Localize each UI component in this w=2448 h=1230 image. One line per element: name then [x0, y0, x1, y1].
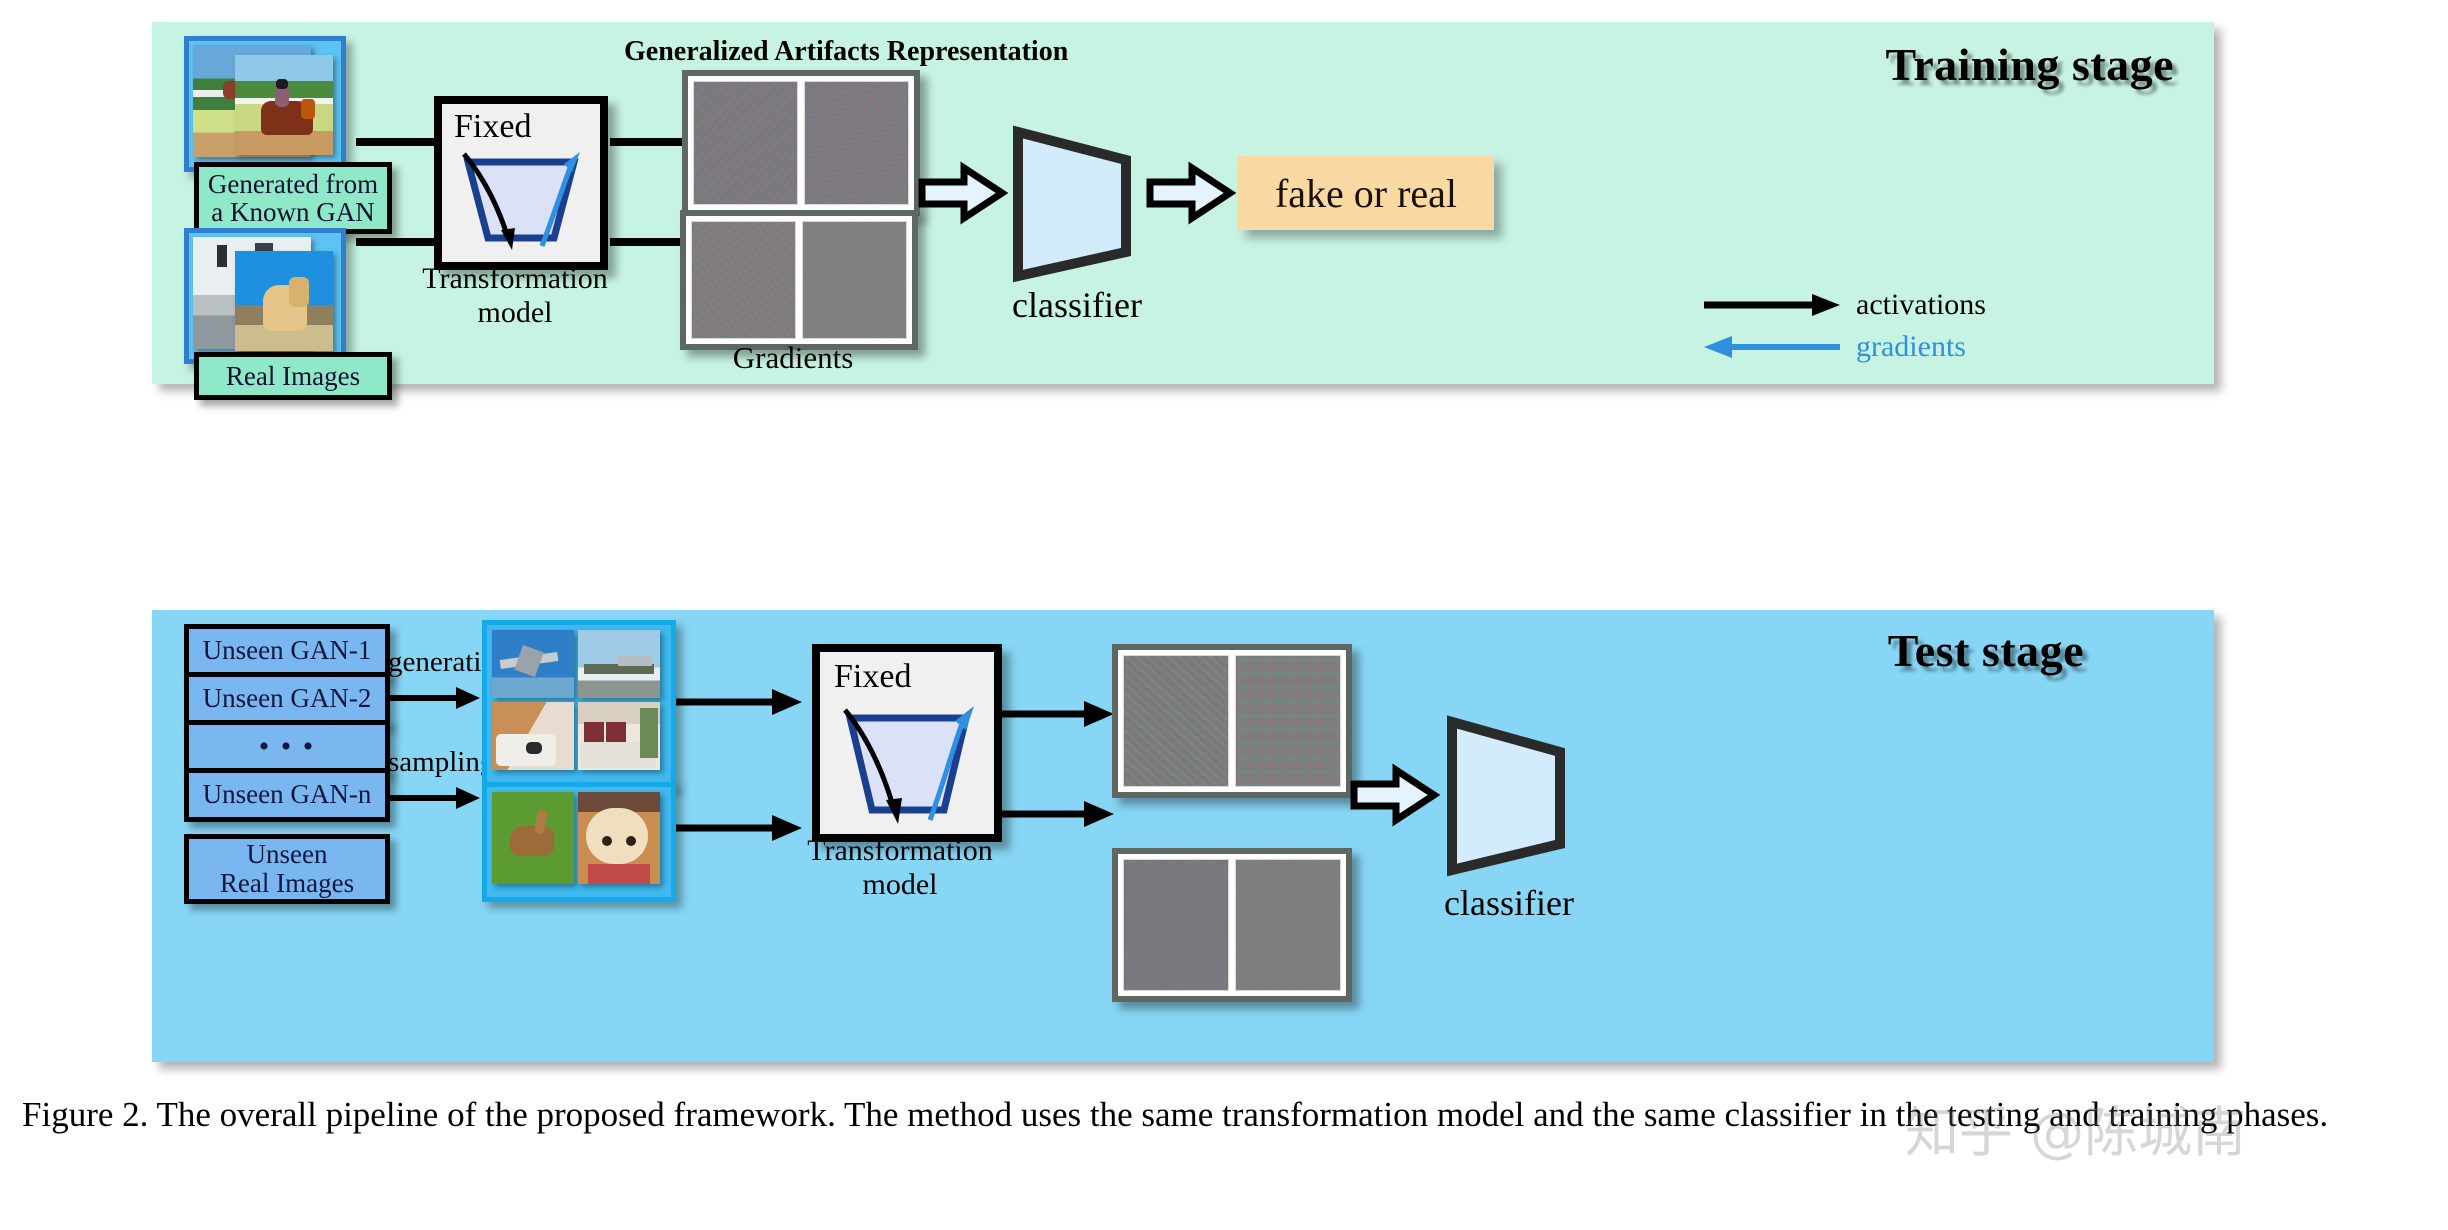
arrow-real-grid-to-model: [676, 815, 802, 841]
source-unseen-gan-n: Unseen GAN-n: [184, 768, 390, 822]
real-image-thumb: [184, 228, 346, 364]
test-stage-title: Test stage: [1887, 625, 2084, 676]
figure-root: Training stage Generated from a Known GA…: [0, 0, 2448, 1230]
output-box-fake-or-real: fake or real: [1238, 156, 1494, 230]
training-stage-panel: Training stage Generated from a Known GA…: [152, 22, 2214, 400]
classifier-label-training: classifier: [1012, 285, 1142, 325]
generated-images-grid: [482, 620, 676, 788]
source-unseen-real-images-label: Unseen Real Images: [219, 838, 355, 898]
artifacts-noise-panel: [682, 70, 920, 216]
source-unseen-gan-n-label: Unseen GAN-n: [202, 779, 372, 810]
arrow-sampling: [390, 787, 480, 809]
arrow-model-to-noise-bottom-test: [1000, 801, 1114, 827]
edge-label-sampling: sampling: [388, 746, 495, 778]
output-box-label: fake or real: [1274, 170, 1458, 216]
source-unseen-gan-1-label: Unseen GAN-1: [202, 635, 372, 666]
arrow-model-to-noise-top-test: [1000, 701, 1114, 727]
figure-caption: Figure 2. The overall pipeline of the pr…: [22, 1095, 2329, 1134]
transformation-model-caption-test: Transformation model: [807, 834, 993, 901]
gradients-arrow-icon: [1704, 336, 1840, 358]
model-trapezoid-test: [843, 706, 974, 824]
artifacts-title: Generalized Artifacts Representation: [624, 36, 1069, 67]
classifier-shape-training: [1013, 125, 1131, 283]
source-unseen-gan-2: Unseen GAN-2: [184, 672, 390, 726]
test-gradients-noise-cell: [1123, 859, 1229, 991]
test-noise-cell: [1235, 655, 1341, 787]
source-unseen-gan-1: Unseen GAN-1: [184, 624, 390, 678]
legend: activations gradients: [1702, 284, 2142, 368]
artifacts-noise-cell: [804, 81, 909, 205]
label-real-images: Real Images: [194, 352, 392, 400]
block-arrow-to-classifier-training: [918, 161, 1009, 225]
legend-row-gradients: gradients: [1702, 326, 2142, 368]
classifier-shape-test: [1447, 715, 1565, 877]
source-unseen-real-images: Unseen Real Images: [184, 834, 390, 904]
label-generated-known-gan-text: Generated from a Known GAN: [207, 168, 379, 227]
source-unseen-gan-2-label: Unseen GAN-2: [202, 683, 372, 714]
legend-row-activations: activations: [1702, 284, 2142, 326]
block-arrow-to-classifier-test: [1350, 763, 1441, 827]
test-gradients-noise-panel: [1112, 848, 1352, 1002]
test-artifacts-noise-panel: [1112, 644, 1352, 798]
gradients-noise-cell: [691, 221, 796, 339]
arrow-generated-grid-to-model: [676, 689, 802, 715]
generated-image-thumb: [184, 36, 346, 172]
real-images-grid: [482, 782, 676, 902]
gradients-noise-panel: [680, 210, 918, 350]
transformation-model-caption-training: Transformation model: [422, 262, 608, 329]
gradients-caption: Gradients: [732, 340, 854, 375]
source-ellipsis: • • •: [184, 720, 390, 774]
training-stage-title: Training stage: [1885, 39, 2174, 90]
transformation-model-box-test: Fixed: [812, 644, 1002, 842]
legend-label-gradients: gradients: [1856, 330, 1966, 363]
test-noise-cell: [1123, 655, 1229, 787]
gradients-noise-cell: [802, 221, 907, 339]
test-gradients-noise-cell: [1235, 859, 1341, 991]
activations-arrow-icon: [1704, 294, 1840, 316]
test-stage-panel: Test stage Unseen GAN-1 Unseen GAN-2 • •…: [152, 610, 2214, 1062]
source-ellipsis-label: • • •: [258, 729, 316, 763]
transformation-model-box-training: Fixed: [434, 96, 608, 270]
legend-label-activations: activations: [1856, 288, 1986, 321]
model-trapezoid-training: [462, 152, 580, 250]
label-real-images-text: Real Images: [225, 360, 361, 391]
arrow-generating: [390, 687, 480, 709]
artifacts-noise-cell: [693, 81, 798, 205]
classifier-label-test: classifier: [1444, 883, 1574, 923]
block-arrow-to-output: [1146, 161, 1237, 225]
